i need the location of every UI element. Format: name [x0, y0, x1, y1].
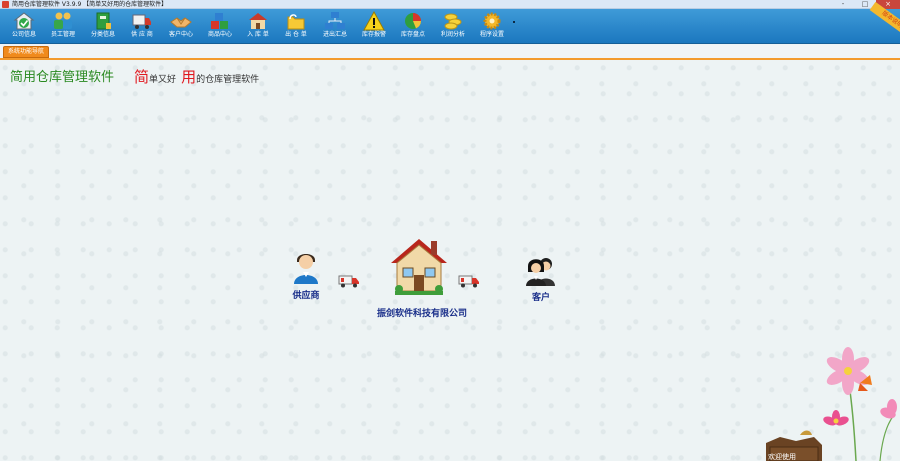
title-bar: 简用仓库管理软件 V3.9.9 【简单又好用的仓库管理软件】 - □ ×: [0, 0, 900, 9]
supplier-truck-icon: [132, 14, 151, 29]
toolbar-settings[interactable]: 程序设置: [477, 9, 507, 44]
toolbar-label: 利润分析: [440, 31, 465, 38]
toolbar-label: 出 仓 单: [285, 31, 307, 38]
toolbar-profit[interactable]: 利润分析: [438, 9, 468, 44]
toolbar-label: 库存报警: [361, 31, 386, 38]
toolbar-supplier[interactable]: 供 应 商: [127, 9, 157, 44]
warehouse-in-icon: [249, 13, 267, 29]
toolbar-company-info[interactable]: 公司信息: [9, 9, 39, 44]
toolbar-label: 程序设置: [479, 31, 504, 38]
delivery-truck-icon: [338, 275, 359, 288]
app-icon: [2, 1, 9, 8]
supplier-node[interactable]: 供应商: [285, 250, 327, 301]
tab-system-navigation[interactable]: 系统功能导航: [3, 46, 50, 58]
customers-group-icon: [526, 258, 555, 286]
toolbar-label: 进出汇总: [322, 31, 347, 38]
slogan-text: 的仓库管理软件: [196, 75, 260, 85]
slogan-char: 用: [181, 68, 197, 86]
welcome-sign: 欢迎使用: [768, 453, 796, 461]
folder-out-icon: [287, 14, 305, 30]
handshake-icon: [170, 17, 192, 28]
toolbar-separator: [513, 21, 515, 23]
toolbar-inbound[interactable]: 入 库 单: [243, 9, 273, 44]
slogan-char: 简: [134, 68, 150, 86]
gear-icon: [483, 12, 501, 30]
app-headline: 简用仓库管理软件: [10, 70, 115, 85]
tab-bar: 系统功能导航: [0, 45, 900, 60]
staff-icon: [54, 12, 72, 29]
main-toolbar: 公司信息 员工管理 分类信息 供 应 商 客户中心 商品中心 入 库 单 出 仓…: [0, 1, 900, 44]
customer-node[interactable]: 客户: [520, 256, 562, 303]
company-check-icon: [13, 12, 35, 30]
toolbar-stocktake[interactable]: 库存盘点: [398, 9, 428, 44]
supplier-label: 供应商: [292, 291, 320, 301]
slogan: 简单又好 用的仓库管理软件: [134, 68, 259, 89]
company-node[interactable]: [387, 235, 451, 301]
network-summary-icon: [325, 12, 345, 29]
flower-decoration-image: [766, 347, 897, 461]
toolbar-products[interactable]: 商品中心: [205, 9, 235, 44]
navigation-panel: 简用仓库管理软件 简单又好 用的仓库管理软件 供应商 振剑软件科技有限公司 客户…: [0, 60, 900, 461]
toolbar-category[interactable]: 分类信息: [88, 9, 118, 44]
toolbar-label: 商品中心: [207, 31, 232, 38]
pie-chart-icon: [405, 13, 421, 29]
warning-icon: [363, 11, 385, 31]
delivery-truck-icon: [458, 275, 479, 288]
toolbar-summary[interactable]: 进出汇总: [320, 9, 350, 44]
toolbar-label: 员工管理: [50, 31, 75, 38]
toolbar-label: 客户中心: [168, 31, 193, 38]
toolbar-label: 入 库 单: [247, 31, 269, 38]
window-title: 简用仓库管理软件 V3.9.9 【简单又好用的仓库管理软件】: [12, 1, 168, 8]
toolbar-outbound[interactable]: 出 仓 单: [281, 9, 311, 44]
customer-label: 客户: [531, 293, 550, 303]
toolbar-label: 公司信息: [11, 31, 36, 38]
toolbar-label: 供 应 商: [131, 31, 153, 38]
warehouse-house-icon: [391, 239, 447, 295]
supplier-person-icon: [294, 254, 318, 284]
toolbar-stock-alarm[interactable]: 库存报警: [359, 9, 389, 44]
toolbar-staff[interactable]: 员工管理: [48, 9, 78, 44]
coins-icon: [444, 13, 462, 30]
slogan-text: 单又好: [149, 75, 177, 85]
toolbar-customer[interactable]: 客户中心: [166, 9, 196, 44]
category-book-icon: [96, 12, 111, 30]
minimize-button[interactable]: -: [832, 0, 854, 9]
toolbar-label: 分类信息: [90, 31, 115, 38]
company-label[interactable]: 振剑软件科技有限公司: [360, 306, 484, 319]
cubes-icon: [211, 13, 228, 29]
toolbar-label: 库存盘点: [400, 31, 425, 38]
